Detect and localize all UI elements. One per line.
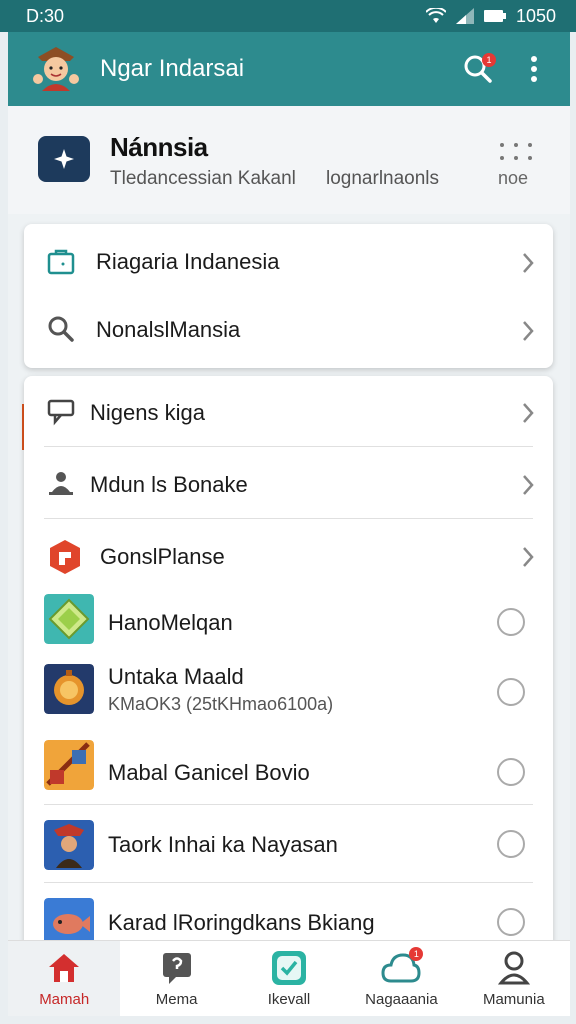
menu-item-primary-0[interactable]: Riagaria Indanesia — [24, 232, 553, 292]
nav-item-apps[interactable]: Ikevall — [233, 941, 345, 1016]
app-title: Ngar Indarsai — [100, 55, 245, 82]
profile-header[interactable]: Nánnsia Tledancessian Kakanl lognarlnaon… — [8, 106, 570, 214]
chat-icon — [46, 398, 76, 426]
menu-item-label: Nigens kiga — [90, 400, 205, 425]
check-app-icon — [271, 949, 307, 987]
secondary-menu-card: Nigens kiga Mdun ls Bonake GonslPlanse H… — [24, 376, 553, 956]
chevron-right-icon — [523, 321, 534, 341]
app-name: Taork Inhai ka Nayasan — [108, 832, 338, 857]
app-select-radio[interactable] — [497, 830, 525, 858]
nav-item-notifications[interactable]: 1 Nagaaania — [345, 941, 457, 1016]
grid-label: noe — [498, 168, 529, 188]
primary-menu-card: Riagaria Indanesia NonalslMansia — [24, 224, 553, 368]
divider — [44, 804, 533, 805]
app-list-item-1[interactable]: Untaka Maald KMaOK3 (25tKHmao6100a) — [24, 660, 553, 734]
divider — [44, 882, 533, 883]
menu-item-label: Riagaria Indanesia — [96, 249, 280, 274]
nav-item-profile[interactable]: Mamunia — [458, 941, 570, 1016]
chevron-right-icon — [523, 475, 534, 495]
profile-name: Nánnsia — [110, 132, 208, 162]
battle-app-icon — [44, 740, 94, 790]
mascot-icon — [33, 47, 79, 91]
chevron-right-icon — [523, 403, 534, 423]
status-bar: D:30 1050 — [0, 0, 576, 32]
app-logo-icon — [38, 136, 90, 182]
app-name: Mabal Ganicel Bovio — [108, 760, 310, 785]
app-select-radio[interactable] — [497, 758, 525, 786]
profile-subtitle: Tledancessian Kakanl — [110, 168, 296, 189]
menu-item-label: Mdun ls Bonake — [90, 472, 248, 497]
app-name: Untaka Maald — [108, 664, 244, 689]
status-time: D:30 — [26, 5, 65, 26]
battery-icon — [483, 10, 506, 22]
wifi-icon — [425, 8, 446, 23]
nav-label: Mema — [155, 991, 198, 1008]
home-icon — [47, 949, 81, 987]
menu-item-primary-1[interactable]: NonalslMansia — [24, 300, 553, 360]
menu-item-secondary-1[interactable]: Mdun ls Bonake — [24, 452, 553, 516]
person-icon — [497, 949, 530, 987]
app-list-item-3[interactable]: Taork Inhai ka Nayasan — [24, 810, 553, 884]
bell-app-icon — [44, 664, 94, 714]
bottom-navigation: Mamah Mema Ikevall 1 Nagaaania Mamunia — [8, 940, 570, 1016]
chevron-right-icon — [523, 547, 534, 567]
profile-subtitle-right: lognarlnaonls — [326, 168, 440, 189]
app-subtitle: KMaOK3 (25tKHmao6100a) — [108, 694, 334, 714]
app-select-radio[interactable] — [497, 608, 525, 636]
user-stand-icon — [46, 470, 76, 498]
status-clock-right: 1050 — [515, 5, 556, 26]
nav-label: Nagaaania — [365, 991, 438, 1008]
more-vert-icon — [531, 56, 537, 82]
diamond-app-icon — [44, 594, 94, 644]
app-select-radio[interactable] — [497, 908, 525, 936]
game-icon — [46, 538, 84, 576]
signal-icon — [455, 8, 474, 24]
more-options-button[interactable] — [516, 51, 552, 87]
nav-label: Ikevall — [267, 991, 311, 1008]
menu-item-label: GonslPlanse — [100, 544, 225, 569]
grid-dots-icon[interactable] — [498, 142, 534, 162]
divider — [44, 518, 533, 519]
nav-label: Mamah — [39, 991, 90, 1008]
search-badge: 1 — [482, 53, 496, 67]
chevron-right-icon — [523, 253, 534, 273]
nav-label: Mamunia — [482, 991, 545, 1008]
app-name: HanoMelqan — [108, 610, 233, 635]
status-icons: 1050 — [425, 5, 556, 27]
app-list-item-0[interactable]: HanoMelqan — [24, 590, 553, 656]
menu-item-label: NonalslMansia — [96, 317, 241, 342]
search-icon — [46, 314, 76, 344]
app-name: Karad lRoringdkans Bkiang — [108, 910, 375, 935]
nav-item-home[interactable]: Mamah — [8, 941, 121, 1016]
bag-icon — [46, 246, 76, 276]
menu-item-secondary-2[interactable]: GonslPlanse — [24, 524, 553, 588]
menu-item-secondary-0[interactable]: Nigens kiga — [24, 380, 553, 444]
search-button[interactable]: 1 — [460, 51, 496, 87]
app-list-item-2[interactable]: Mabal Ganicel Bovio — [24, 734, 553, 808]
warrior-app-icon — [44, 820, 94, 870]
divider — [44, 446, 533, 447]
app-bar: Ngar Indarsai 1 — [8, 32, 570, 106]
cloud-icon: 1 — [381, 947, 424, 987]
chat-bubble-icon — [161, 949, 193, 987]
app-select-radio[interactable] — [497, 678, 525, 706]
nav-item-messages[interactable]: Mema — [120, 941, 232, 1016]
